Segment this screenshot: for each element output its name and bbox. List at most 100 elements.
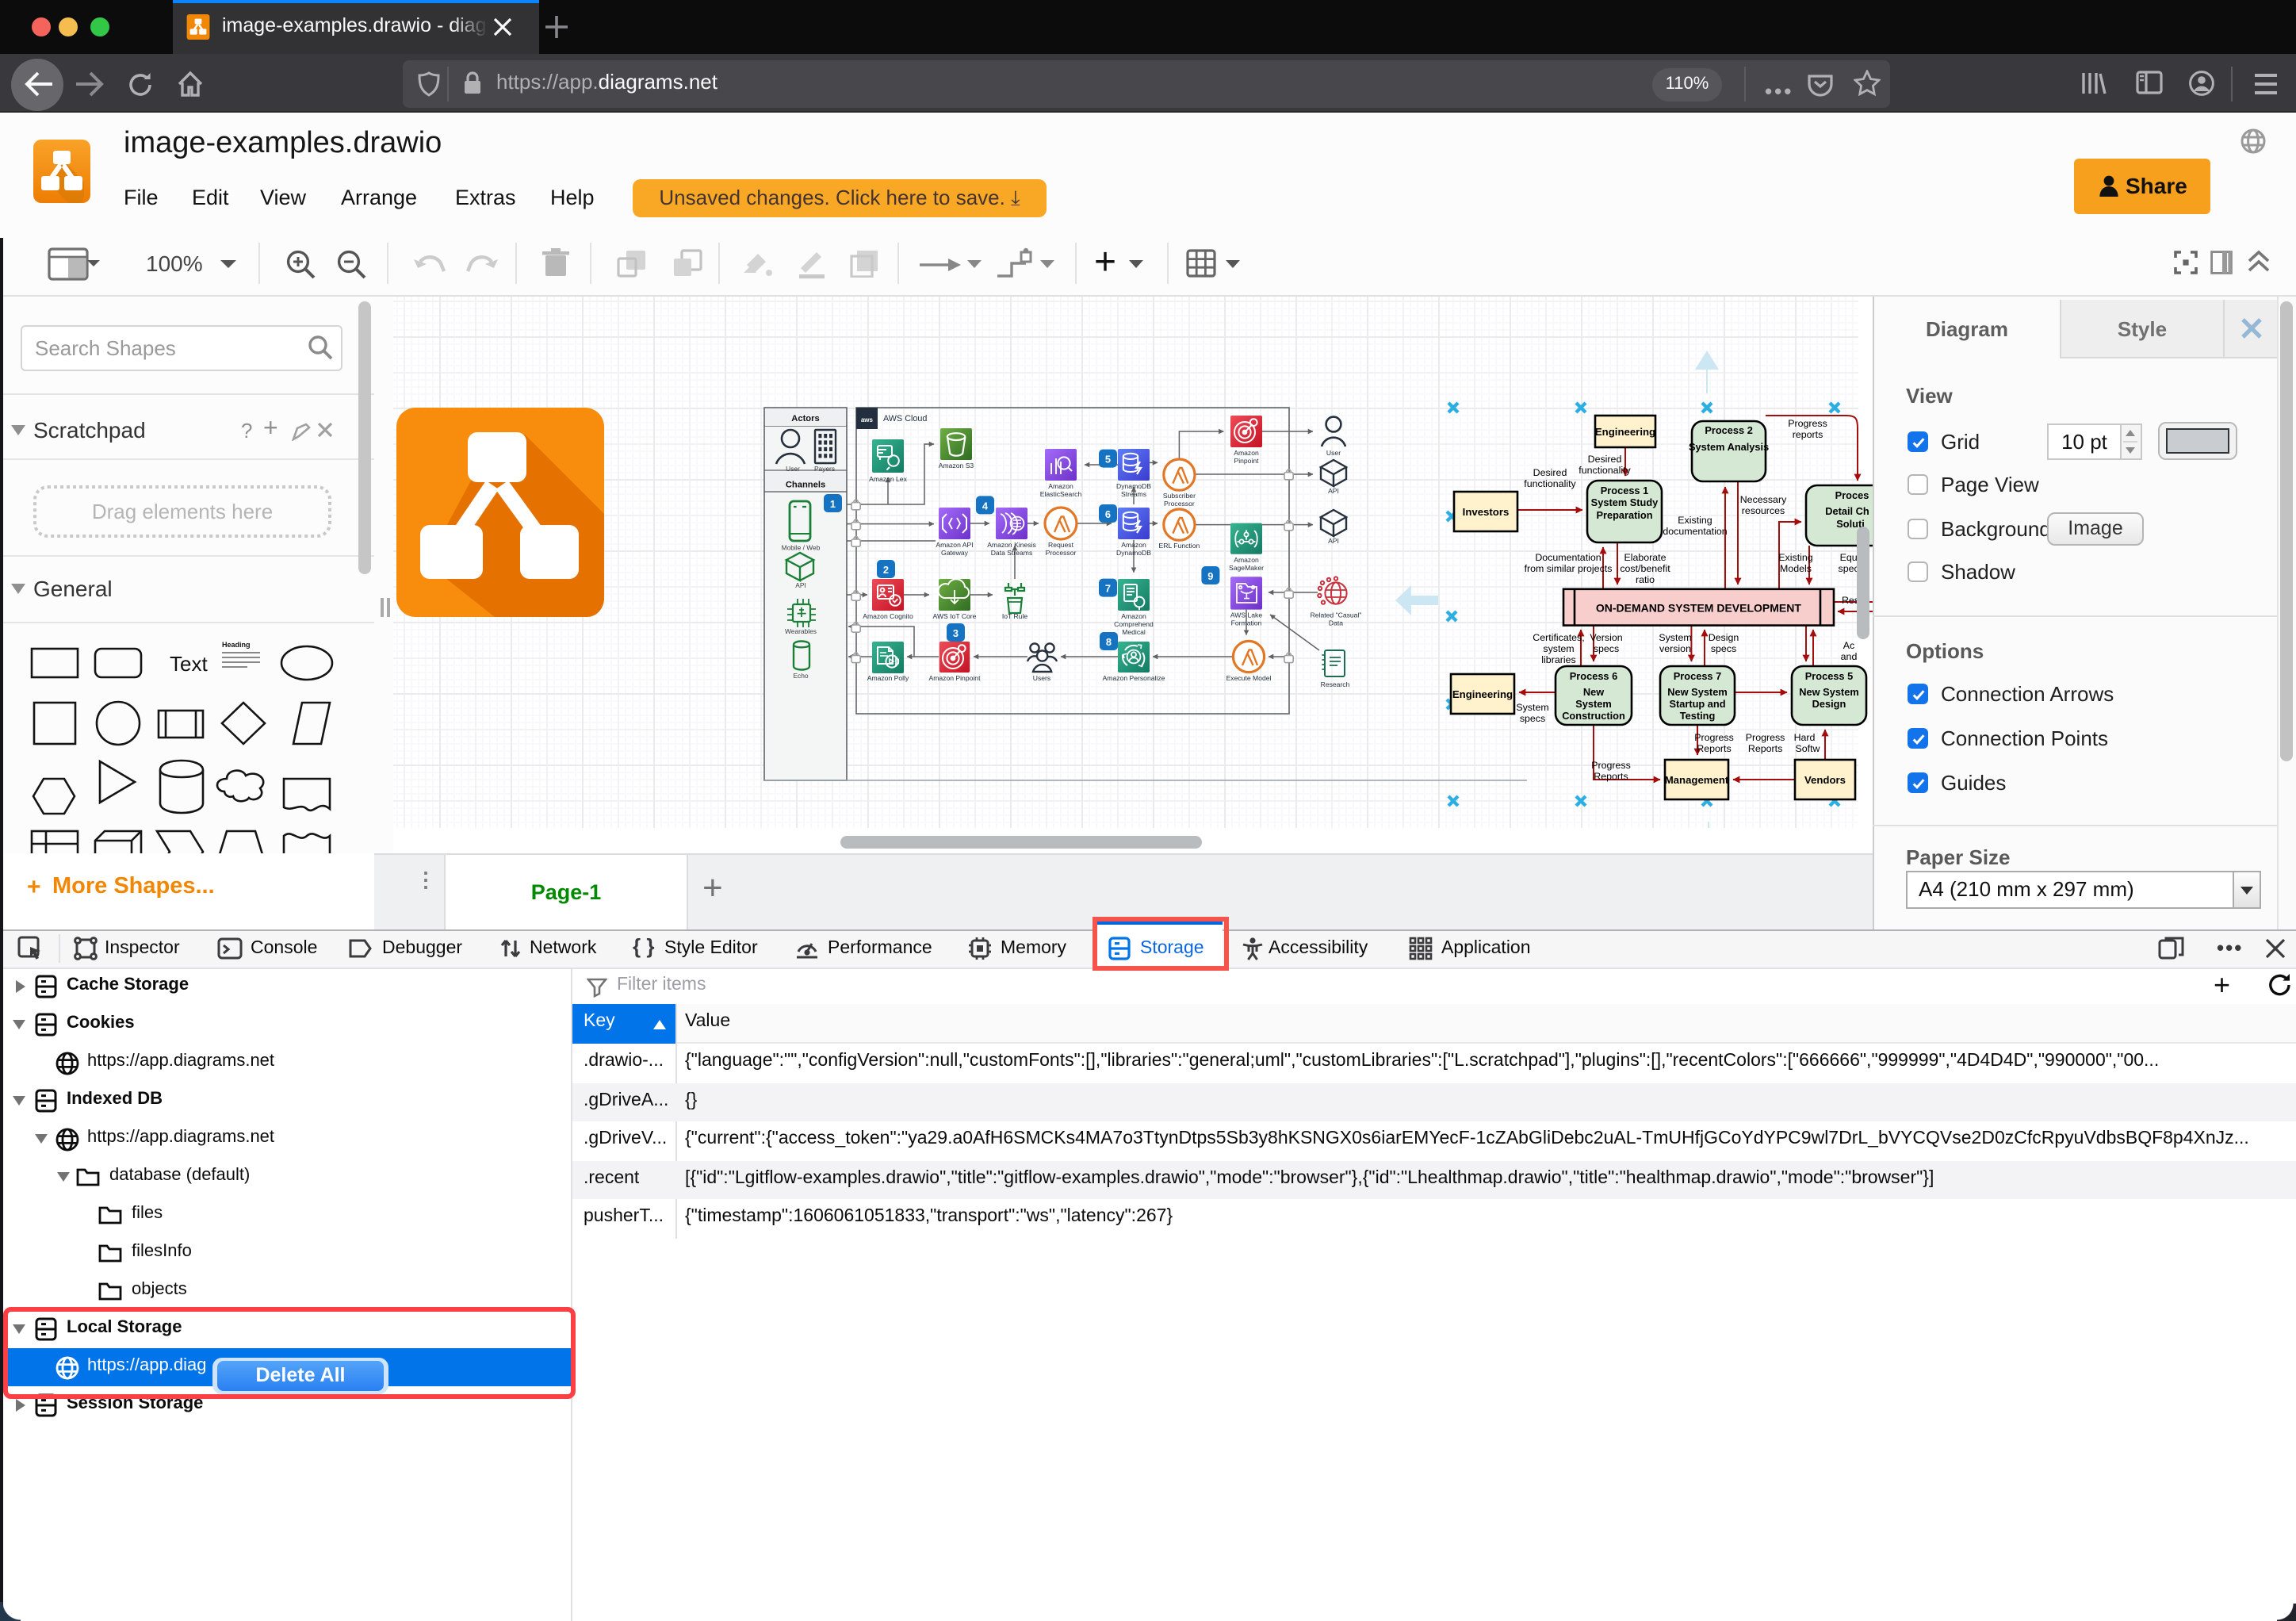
svg-text:Softw: Softw bbox=[1796, 743, 1820, 754]
svg-text:Wearables: Wearables bbox=[785, 627, 817, 635]
svg-text:Reports: Reports bbox=[1748, 743, 1782, 754]
svg-text:1: 1 bbox=[830, 498, 836, 510]
svg-text:Desired: Desired bbox=[1588, 454, 1622, 465]
svg-text:8: 8 bbox=[1106, 636, 1112, 648]
svg-text:Process 2: Process 2 bbox=[1705, 424, 1752, 436]
svg-text:Amazon Personalize: Amazon Personalize bbox=[1103, 674, 1165, 682]
svg-text:System: System bbox=[1516, 702, 1548, 713]
svg-text:Research: Research bbox=[1321, 680, 1350, 688]
svg-text:Process 6: Process 6 bbox=[1570, 670, 1617, 682]
svg-text:Processor: Processor bbox=[1046, 549, 1077, 557]
svg-text:Text: Text bbox=[170, 652, 208, 676]
svg-text:System: System bbox=[1659, 632, 1691, 643]
svg-text:Amazon: Amazon bbox=[1048, 482, 1073, 490]
svg-text:Detail Ch: Detail Ch bbox=[1825, 505, 1869, 517]
svg-text:API: API bbox=[1328, 537, 1339, 545]
svg-text:Engineering: Engineering bbox=[1452, 688, 1513, 700]
svg-text:System: System bbox=[1575, 698, 1612, 710]
svg-text:Testing: Testing bbox=[1680, 710, 1716, 722]
svg-text:Design: Design bbox=[1709, 632, 1739, 643]
svg-text:AWS Cloud: AWS Cloud bbox=[883, 414, 927, 423]
svg-text:Data: Data bbox=[1329, 619, 1343, 627]
svg-text:IoT Rule: IoT Rule bbox=[1002, 612, 1028, 620]
svg-text:3: 3 bbox=[953, 627, 959, 639]
svg-text:version: version bbox=[1659, 643, 1691, 654]
svg-text:Amazon: Amazon bbox=[1121, 612, 1146, 620]
svg-text:ElasticSearch: ElasticSearch bbox=[1040, 490, 1082, 498]
svg-text:Progress: Progress bbox=[1788, 418, 1827, 429]
svg-text:System Study: System Study bbox=[1591, 496, 1659, 508]
svg-text:Channels: Channels bbox=[786, 481, 825, 490]
svg-text:Hard: Hard bbox=[1794, 732, 1816, 743]
svg-text:Amazon: Amazon bbox=[1234, 556, 1259, 564]
svg-text:Pinpoint: Pinpoint bbox=[1234, 457, 1259, 465]
svg-text:6: 6 bbox=[1105, 508, 1111, 520]
svg-text:Formation: Formation bbox=[1231, 619, 1262, 627]
svg-text:cost/benefit: cost/benefit bbox=[1620, 563, 1670, 574]
svg-text:User: User bbox=[1326, 449, 1341, 457]
svg-text:DynamoDB: DynamoDB bbox=[1116, 549, 1151, 557]
svg-text:Progress: Progress bbox=[1694, 732, 1734, 743]
svg-text:Subscriber: Subscriber bbox=[1163, 492, 1196, 500]
svg-text:Amazon Cognito: Amazon Cognito bbox=[863, 612, 913, 620]
svg-text:ERL Function: ERL Function bbox=[1159, 542, 1200, 550]
svg-text:Documentation: Documentation bbox=[1535, 552, 1601, 563]
svg-text:Amazon S3: Amazon S3 bbox=[939, 462, 974, 469]
svg-text:Progress: Progress bbox=[1746, 732, 1785, 743]
svg-text:Process 5: Process 5 bbox=[1805, 670, 1853, 682]
svg-text:Execute Model: Execute Model bbox=[1226, 674, 1272, 682]
svg-text:and: and bbox=[1841, 651, 1858, 662]
svg-text:Proces: Proces bbox=[1835, 489, 1869, 501]
svg-text:New: New bbox=[1583, 686, 1604, 698]
svg-text:from similar projects: from similar projects bbox=[1525, 563, 1613, 574]
svg-text:Gateway: Gateway bbox=[941, 549, 969, 557]
svg-text:system: system bbox=[1543, 643, 1574, 654]
svg-text:reports: reports bbox=[1793, 429, 1823, 440]
svg-text:Management: Management bbox=[1665, 774, 1729, 786]
svg-text:Medical: Medical bbox=[1122, 628, 1146, 636]
svg-text:System Analysis: System Analysis bbox=[1689, 441, 1769, 453]
svg-text:Amazon Pinpoint: Amazon Pinpoint bbox=[929, 674, 982, 682]
svg-text:Users: Users bbox=[1033, 674, 1050, 682]
svg-text:specs: specs bbox=[1594, 643, 1619, 654]
svg-text:Reports: Reports bbox=[1697, 743, 1731, 754]
svg-text:Certificates,: Certificates, bbox=[1533, 632, 1584, 643]
svg-text:AWS IoT Core: AWS IoT Core bbox=[933, 612, 977, 620]
svg-text:Mobile / Web: Mobile / Web bbox=[782, 544, 821, 552]
svg-text:Request: Request bbox=[1048, 541, 1074, 549]
svg-text:Models: Models bbox=[1780, 563, 1812, 574]
svg-text:Investors: Investors bbox=[1463, 506, 1510, 518]
svg-text:New System: New System bbox=[1799, 686, 1858, 698]
svg-text:SageMaker: SageMaker bbox=[1229, 564, 1264, 572]
svg-text:Amazon Kinesis: Amazon Kinesis bbox=[987, 541, 1036, 549]
svg-text:documentation: documentation bbox=[1663, 526, 1727, 537]
svg-text:Startup and: Startup and bbox=[1669, 698, 1725, 710]
svg-text:libraries: libraries bbox=[1541, 654, 1575, 665]
svg-text:Process 7: Process 7 bbox=[1674, 670, 1721, 682]
svg-text:Amazon: Amazon bbox=[1234, 449, 1259, 457]
svg-text:AWS Lake: AWS Lake bbox=[1230, 611, 1262, 619]
svg-text:Preparation: Preparation bbox=[1596, 509, 1652, 521]
svg-text:Design: Design bbox=[1812, 698, 1846, 710]
svg-text:Process 1: Process 1 bbox=[1601, 485, 1648, 496]
svg-text:Comprehend: Comprehend bbox=[1114, 620, 1154, 628]
svg-text:Amazon Polly: Amazon Polly bbox=[867, 674, 909, 682]
svg-text:Existing: Existing bbox=[1778, 552, 1812, 563]
svg-text:DynamoDB: DynamoDB bbox=[1116, 482, 1151, 490]
svg-text:5: 5 bbox=[1105, 454, 1111, 466]
svg-text:Version: Version bbox=[1590, 632, 1622, 643]
svg-text:aws: aws bbox=[861, 416, 874, 423]
svg-text:Engineering: Engineering bbox=[1595, 426, 1655, 438]
svg-text:Processor: Processor bbox=[1164, 500, 1195, 508]
svg-text:Related "Casual": Related "Casual" bbox=[1311, 611, 1362, 619]
svg-text:Ac: Ac bbox=[1843, 640, 1854, 651]
svg-text:2: 2 bbox=[883, 564, 889, 576]
svg-text:Progress: Progress bbox=[1591, 760, 1631, 771]
svg-text:New System: New System bbox=[1667, 686, 1727, 698]
svg-text:Construction: Construction bbox=[1562, 710, 1625, 722]
svg-text:Amazon API: Amazon API bbox=[936, 541, 973, 549]
svg-text:Elaborate: Elaborate bbox=[1624, 552, 1666, 563]
svg-text:Streams: Streams bbox=[1121, 490, 1146, 498]
svg-text:Vendors: Vendors bbox=[1804, 774, 1846, 786]
svg-text:API: API bbox=[1328, 487, 1339, 495]
